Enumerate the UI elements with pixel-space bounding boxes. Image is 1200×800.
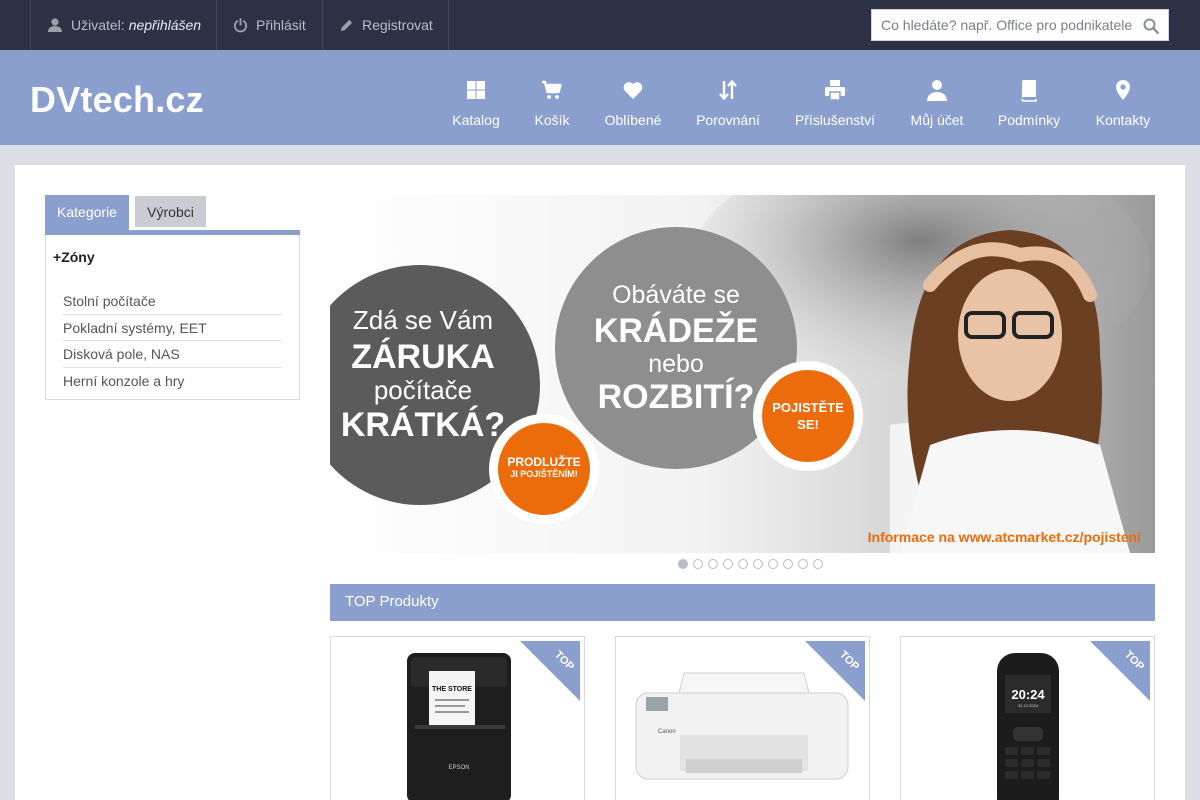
badge2-line1: POJISTĚTE: [772, 400, 844, 415]
badge1-line2: JI POJIŠTĚNÍM!: [510, 469, 578, 480]
badge1-text: PRODLUŽTE JI POJIŠTĚNÍM!: [498, 455, 590, 480]
top-ribbon: TOP: [520, 641, 580, 701]
slider-dots: [678, 559, 823, 569]
category-item[interactable]: Herní konzole a hry: [63, 368, 282, 395]
slider-dot[interactable]: [783, 559, 793, 569]
search-box: [871, 9, 1169, 41]
nav-kontakty[interactable]: Kontakty: [1088, 50, 1158, 145]
top-bar: Uživatel: nepřihlášen Přihlásit Registro…: [0, 0, 1200, 50]
search-input[interactable]: [872, 10, 1134, 40]
top-ribbon: TOP: [805, 641, 865, 701]
nav-label: Katalog: [452, 112, 500, 128]
printer-icon: [825, 80, 845, 101]
badge2-line2: SE!: [797, 416, 819, 432]
product-card[interactable]: THE STORE EPSON TOP: [330, 636, 585, 800]
badge1-line1: PRODLUŽTE: [507, 455, 581, 469]
product-card[interactable]: Canon TOP: [615, 636, 870, 800]
nav-label: Můj účet: [910, 112, 964, 128]
user-icon: [48, 18, 62, 32]
category-box: +Zóny Stolní počítače Pokladní systémy, …: [45, 235, 300, 400]
top-products-heading: TOP Produkty: [330, 584, 1155, 621]
user-label: Uživatel:: [71, 17, 125, 33]
nav-kosik[interactable]: Košík: [526, 50, 578, 145]
slider-dot[interactable]: [693, 559, 703, 569]
top-ribbon: TOP: [1090, 641, 1150, 701]
circle2-line1: Obáváte se: [612, 281, 740, 309]
map-pin-icon: [1116, 80, 1130, 100]
circle1-line2: ZÁRUKA: [351, 337, 495, 376]
nav-katalog[interactable]: Katalog: [440, 50, 512, 145]
register-link[interactable]: Registrovat: [322, 0, 449, 50]
slider-dot[interactable]: [753, 559, 763, 569]
heart-icon: [623, 82, 643, 99]
slider-dot[interactable]: [768, 559, 778, 569]
compare-arrows-icon: [719, 79, 737, 101]
printer-brand-text: EPSON: [448, 765, 469, 771]
banner-footer-text: Informace na www.atcmarket.cz/pojisteni: [867, 529, 1141, 545]
slider-dot[interactable]: [813, 559, 823, 569]
promo-banner[interactable]: Zdá se Vám ZÁRUKA počítače KRÁTKÁ? PRODL…: [330, 195, 1155, 553]
slider-dot[interactable]: [738, 559, 748, 569]
circle2-text: Obáváte se KRÁDEŽE nebo ROZBITÍ?: [556, 282, 796, 415]
category-item[interactable]: Disková pole, NAS: [63, 341, 282, 368]
nav-oblibene[interactable]: Oblíbené: [594, 50, 672, 145]
plus-icon: +: [53, 249, 62, 265]
register-label: Registrovat: [362, 17, 433, 33]
user-icon: [927, 80, 947, 101]
nav-label: Příslušenství: [794, 112, 876, 128]
circle1-line1: Zdá se Vám: [352, 305, 494, 335]
login-link[interactable]: Přihlásit: [216, 0, 323, 50]
book-icon: [1021, 80, 1037, 102]
phone-date-text: 31.12.2024: [1018, 703, 1039, 708]
pencil-icon: [340, 19, 353, 31]
tab-kategorie[interactable]: Kategorie: [45, 195, 129, 235]
login-label: Přihlásit: [256, 17, 306, 33]
phone-time-text: 20:24: [1011, 687, 1045, 702]
nav-muj-ucet[interactable]: Můj účet: [902, 50, 972, 145]
category-item[interactable]: Stolní počítače: [63, 288, 282, 315]
user-status: Uživatel: nepřihlášen: [30, 0, 216, 50]
badge2-text: POJISTĚTE SE!: [762, 400, 854, 434]
cart-icon: [542, 80, 562, 99]
category-group-toggle[interactable]: +Zóny: [53, 249, 95, 265]
nav-podminky[interactable]: Podmínky: [992, 50, 1066, 145]
circle2-line2: KRÁDEŽE: [593, 311, 759, 350]
slider-dot[interactable]: [708, 559, 718, 569]
circle1-line3: počítače: [373, 375, 473, 406]
nav-label: Oblíbené: [604, 112, 662, 128]
circle2-line3: nebo: [648, 349, 704, 378]
nav-label: Porovnání: [696, 112, 760, 128]
nav-porovnani[interactable]: Porovnání: [688, 50, 768, 145]
category-list: Stolní počítače Pokladní systémy, EET Di…: [63, 288, 282, 394]
main-header: DVtech.cz Katalog Košík Oblíbené Porovná…: [0, 50, 1200, 145]
power-icon: [233, 17, 248, 32]
slider-dot[interactable]: [723, 559, 733, 569]
product-card[interactable]: 20:24 31.12.2024 TOP: [900, 636, 1155, 800]
printer-brand-text: Canon: [658, 729, 676, 735]
search-icon[interactable]: [1142, 17, 1160, 35]
sidebar-tabs: Kategorie Výrobci: [45, 195, 300, 235]
nav-label: Košík: [534, 112, 570, 128]
circle1-text: Zdá se Vám ZÁRUKA počítače KRÁTKÁ?: [330, 305, 516, 444]
grid-icon: [467, 81, 485, 99]
slider-dot[interactable]: [798, 559, 808, 569]
slider-dot[interactable]: [678, 559, 688, 569]
category-group-label: Zóny: [61, 249, 95, 265]
user-status-value: nepřihlášen: [128, 17, 202, 33]
category-item[interactable]: Pokladní systémy, EET: [63, 315, 282, 341]
nav-label: Kontakty: [1095, 112, 1151, 128]
tab-vyrobci[interactable]: Výrobci: [135, 196, 206, 227]
receipt-screen-text: THE STORE: [432, 686, 472, 693]
site-logo[interactable]: DVtech.cz: [30, 79, 204, 121]
nav-label: Podmínky: [997, 112, 1061, 128]
circle1-line4: KRÁTKÁ?: [340, 406, 506, 444]
circle2-line4: ROZBITÍ?: [597, 378, 755, 417]
nav-prislusenstvi[interactable]: Příslušenství: [788, 50, 882, 145]
